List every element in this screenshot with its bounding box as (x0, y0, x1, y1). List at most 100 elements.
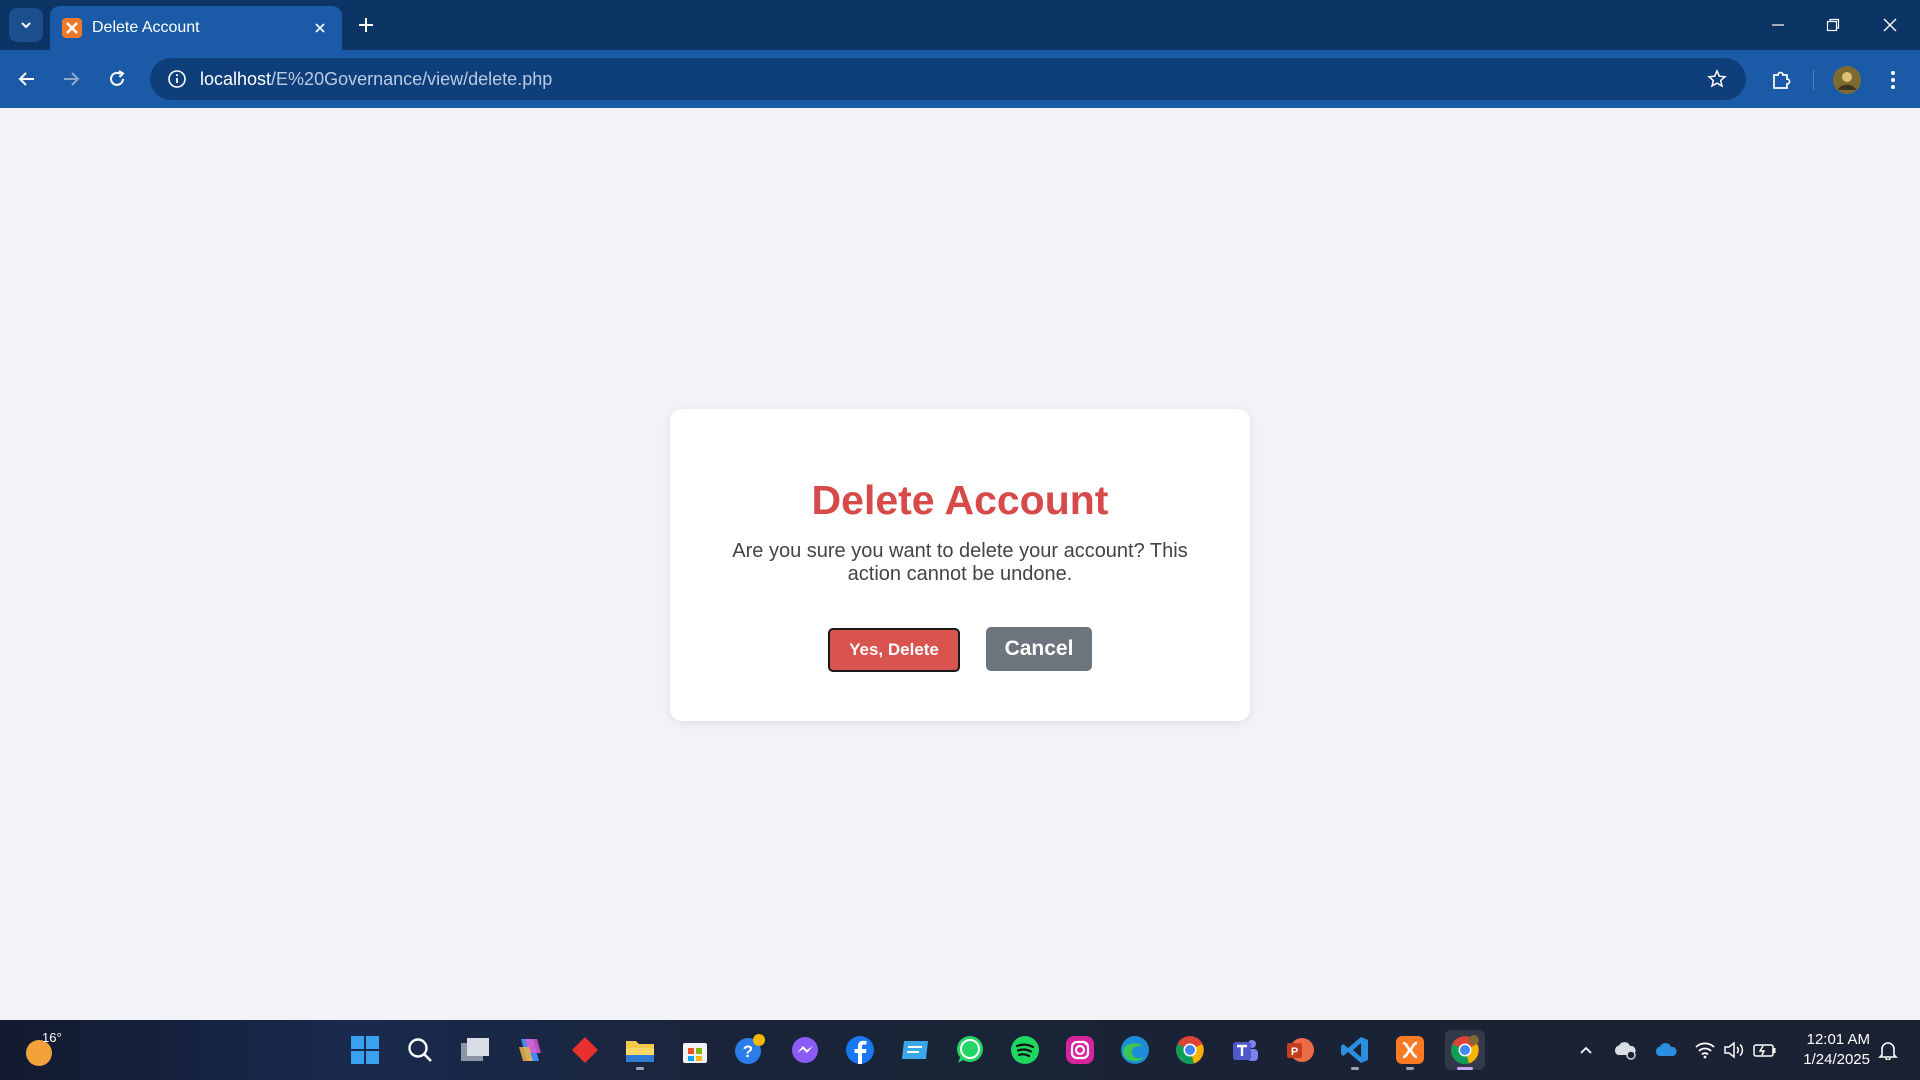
messenger-icon (792, 1037, 818, 1063)
browser-toolbar: localhost/E%20Governance/view/delete.php (0, 50, 1920, 108)
messenger-app[interactable] (785, 1030, 825, 1070)
copilot-app[interactable] (510, 1030, 550, 1070)
puzzle-icon (1773, 71, 1791, 89)
wifi-icon (1695, 1042, 1715, 1059)
wifi-tray[interactable] (1693, 1038, 1717, 1062)
delete-account-dialog: Delete Account Are you sure you want to … (670, 409, 1250, 721)
svg-text:?: ? (743, 1042, 753, 1061)
svg-text:P: P (1291, 1046, 1298, 1058)
address-bar[interactable]: localhost/E%20Governance/view/delete.php (150, 58, 1746, 100)
minimize-button[interactable] (1765, 12, 1791, 38)
more-vertical-icon (1891, 71, 1895, 89)
star-icon (1707, 69, 1727, 88)
clock-date: 1/24/2025 (1803, 1051, 1870, 1068)
reload-icon (110, 70, 125, 86)
chrome-icon (1451, 1035, 1479, 1065)
new-tab-button[interactable] (354, 13, 378, 37)
task-view-icon (461, 1038, 489, 1061)
browser-tabstrip: Delete Account (0, 0, 1920, 50)
confirm-delete-button[interactable]: Yes, Delete (828, 628, 960, 672)
chrome-icon (1176, 1036, 1204, 1065)
weather-widget[interactable]: 16° (22, 1030, 82, 1070)
dialog-title: Delete Account (811, 477, 1109, 523)
running-indicator (1406, 1067, 1414, 1070)
xampp-icon (1396, 1036, 1424, 1064)
card-icon (902, 1041, 928, 1059)
facebook-app[interactable] (840, 1030, 880, 1070)
teams-app[interactable] (1225, 1030, 1265, 1070)
tab-title: Delete Account (92, 19, 200, 36)
blue-app[interactable] (895, 1030, 935, 1070)
extensions-button[interactable] (1767, 66, 1795, 94)
close-icon (1883, 18, 1897, 32)
restore-button[interactable] (1820, 12, 1846, 38)
vscode-app[interactable] (1335, 1030, 1375, 1070)
instagram-icon (1066, 1036, 1094, 1064)
profile-avatar[interactable] (1833, 66, 1861, 94)
powerpoint-app[interactable]: P (1280, 1030, 1320, 1070)
start-button[interactable] (345, 1030, 385, 1070)
cloud-sync-icon (1614, 1042, 1636, 1060)
vscode-icon (1341, 1037, 1368, 1063)
toolbar-divider (1813, 70, 1814, 90)
teams-icon (1233, 1040, 1258, 1061)
dialog-message: Are you sure you want to delete your acc… (732, 540, 1188, 585)
running-indicator (1351, 1067, 1359, 1070)
weather-temp: 16° (42, 1030, 62, 1045)
running-indicator (636, 1067, 644, 1070)
show-hidden-icons-button[interactable] (1574, 1038, 1598, 1062)
volume-tray[interactable] (1722, 1038, 1746, 1062)
close-window-button[interactable] (1877, 12, 1903, 38)
reload-button[interactable] (104, 66, 130, 92)
help-icon: ? (735, 1034, 765, 1064)
tab-search-button[interactable] (9, 8, 43, 42)
whatsapp-app[interactable] (950, 1030, 990, 1070)
url-host: localhost (200, 68, 272, 89)
powerpoint-icon: P (1287, 1038, 1314, 1062)
onedrive-sync-tray[interactable] (1613, 1038, 1637, 1062)
task-view-button[interactable] (455, 1030, 495, 1070)
browser-tab-active[interactable]: Delete Account (50, 6, 342, 50)
edge-icon (1121, 1036, 1149, 1064)
file-explorer-app[interactable] (620, 1030, 660, 1070)
speaker-icon (1724, 1041, 1744, 1059)
chrome-app[interactable] (1170, 1030, 1210, 1070)
chrome-app-active[interactable] (1445, 1030, 1485, 1070)
get-help-app[interactable]: ? (730, 1030, 770, 1070)
windows-icon (351, 1036, 379, 1064)
red-app[interactable] (565, 1030, 605, 1070)
chevron-down-icon (21, 22, 31, 29)
page-content: Delete Account Are you sure you want to … (0, 108, 1920, 1020)
avatar-icon (1833, 66, 1861, 94)
search-button[interactable] (400, 1030, 440, 1070)
taskbar-clock[interactable]: 12:01 AM 1/24/2025 (1790, 1030, 1870, 1070)
notifications-button[interactable] (1876, 1038, 1900, 1062)
microsoft-store-app[interactable] (675, 1030, 715, 1070)
folder-icon (626, 1041, 654, 1062)
instagram-app[interactable] (1060, 1030, 1100, 1070)
copilot-icon (519, 1039, 541, 1061)
back-button[interactable] (14, 66, 40, 92)
search-icon (408, 1038, 432, 1062)
active-indicator (1457, 1067, 1473, 1070)
onedrive-tray[interactable] (1654, 1038, 1678, 1062)
cancel-button[interactable]: Cancel (986, 627, 1092, 671)
browser-menu-button[interactable] (1879, 66, 1907, 94)
cloud-icon (1655, 1043, 1677, 1056)
plus-icon (359, 18, 373, 32)
spotify-icon (1011, 1036, 1039, 1064)
diamond-icon (572, 1037, 598, 1063)
tab-close-button[interactable] (310, 18, 330, 38)
xampp-icon (62, 18, 82, 38)
whatsapp-icon (957, 1036, 983, 1063)
url-path: /E%20Governance/view/delete.php (271, 68, 553, 89)
site-info-icon[interactable] (164, 66, 190, 92)
restore-icon (1826, 18, 1840, 32)
xampp-app[interactable] (1390, 1030, 1430, 1070)
edge-app[interactable] (1115, 1030, 1155, 1070)
bookmark-star-button[interactable] (1704, 66, 1730, 92)
battery-tray[interactable] (1753, 1038, 1777, 1062)
close-icon (315, 23, 325, 33)
spotify-app[interactable] (1005, 1030, 1045, 1070)
forward-button[interactable] (58, 66, 84, 92)
